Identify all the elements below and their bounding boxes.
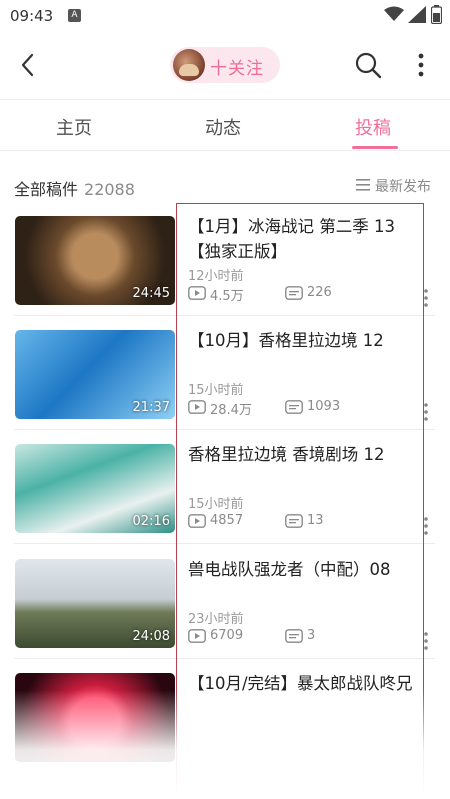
section-title: 全部稿件 22088 (14, 176, 135, 200)
video-duration: 24:45 (132, 286, 170, 301)
danmaku-count: 226 (307, 285, 332, 300)
video-thumbnail[interactable] (15, 673, 175, 762)
tab-home[interactable]: 主页 (56, 114, 92, 140)
wifi-icon (384, 6, 404, 21)
danmaku-icon (285, 514, 303, 528)
video-duration: 24:08 (132, 629, 170, 644)
video-list-item[interactable]: 24:08 兽电战队强龙者（中配）08 23小时前 6709 3 (0, 545, 450, 659)
tabs-divider (0, 150, 450, 151)
profile-tabs: 主页 动态 投稿 (0, 100, 450, 150)
video-time: 15小时前 (188, 497, 244, 512)
active-tab-indicator (352, 146, 398, 149)
video-duration: 21:37 (132, 400, 170, 415)
play-count: 6709 (210, 628, 244, 643)
video-thumbnail[interactable]: 02:16 (15, 444, 175, 533)
play-count: 28.4万 (210, 403, 252, 418)
danmaku-count: 1093 (307, 399, 341, 414)
status-bar: 09:43 A (0, 0, 450, 32)
danmaku-icon (285, 629, 303, 643)
more-vertical-icon[interactable] (422, 516, 430, 536)
play-count-icon (188, 400, 206, 414)
danmaku-icon (285, 286, 303, 300)
top-header: 十关注 (0, 32, 450, 98)
video-title[interactable]: 兽电战队强龙者（中配）08 (188, 557, 418, 582)
avatar (173, 49, 205, 81)
notification-a-icon: A (68, 9, 81, 22)
video-title[interactable]: 【1月】冰海战记 第二季 13【独家正版】 (188, 214, 418, 264)
video-list-item[interactable]: 24:45 【1月】冰海战记 第二季 13【独家正版】 12小时前 4.5万 2… (0, 202, 450, 316)
row-divider (14, 543, 435, 544)
more-vertical-icon[interactable] (422, 402, 430, 422)
follow-button[interactable]: 十关注 (170, 47, 280, 83)
video-time: 15小时前 (188, 383, 244, 398)
back-icon[interactable] (15, 50, 43, 80)
video-thumbnail[interactable]: 24:45 (15, 216, 175, 305)
play-count-icon (188, 286, 206, 300)
sort-label: 最新发布 (375, 179, 431, 195)
danmaku-icon (285, 400, 303, 414)
play-count-icon (188, 514, 206, 528)
section-title-label: 全部稿件 (14, 180, 79, 199)
signal-icon (408, 6, 426, 23)
more-vertical-icon[interactable] (422, 631, 430, 651)
sort-list-icon (356, 179, 370, 191)
video-time: 23小时前 (188, 612, 244, 627)
search-icon[interactable] (354, 51, 382, 79)
video-list-item[interactable]: 02:16 香格里拉边境 香境剧场 12 15小时前 4857 13 (0, 430, 450, 544)
battery-icon (431, 5, 442, 24)
video-title[interactable]: 【10月】香格里拉边境 12 (188, 328, 418, 353)
video-list-item[interactable]: 【10月/完结】暴太郎战队咚兄 (0, 659, 450, 773)
more-icon[interactable] (412, 52, 430, 78)
video-time: 12小时前 (188, 269, 244, 284)
follow-label: 十关注 (210, 59, 264, 79)
status-time: 09:43 (10, 7, 54, 25)
danmaku-count: 3 (307, 628, 316, 643)
video-title[interactable]: 香格里拉边境 香境剧场 12 (188, 442, 418, 467)
video-thumbnail[interactable]: 24:08 (15, 559, 175, 648)
play-count: 4.5万 (210, 289, 244, 304)
video-duration: 02:16 (132, 514, 170, 529)
more-vertical-icon[interactable] (422, 288, 430, 308)
video-thumbnail[interactable]: 21:37 (15, 330, 175, 419)
video-title[interactable]: 【10月/完结】暴太郎战队咚兄 (188, 671, 424, 696)
play-count: 4857 (210, 513, 244, 528)
section-count: 22088 (84, 180, 135, 199)
danmaku-count: 13 (307, 513, 324, 528)
video-list-item[interactable]: 21:37 【10月】香格里拉边境 12 15小时前 28.4万 1093 (0, 316, 450, 430)
tab-posts[interactable]: 投稿 (355, 114, 391, 140)
play-count-icon (188, 629, 206, 643)
tab-dynamic[interactable]: 动态 (205, 114, 241, 140)
